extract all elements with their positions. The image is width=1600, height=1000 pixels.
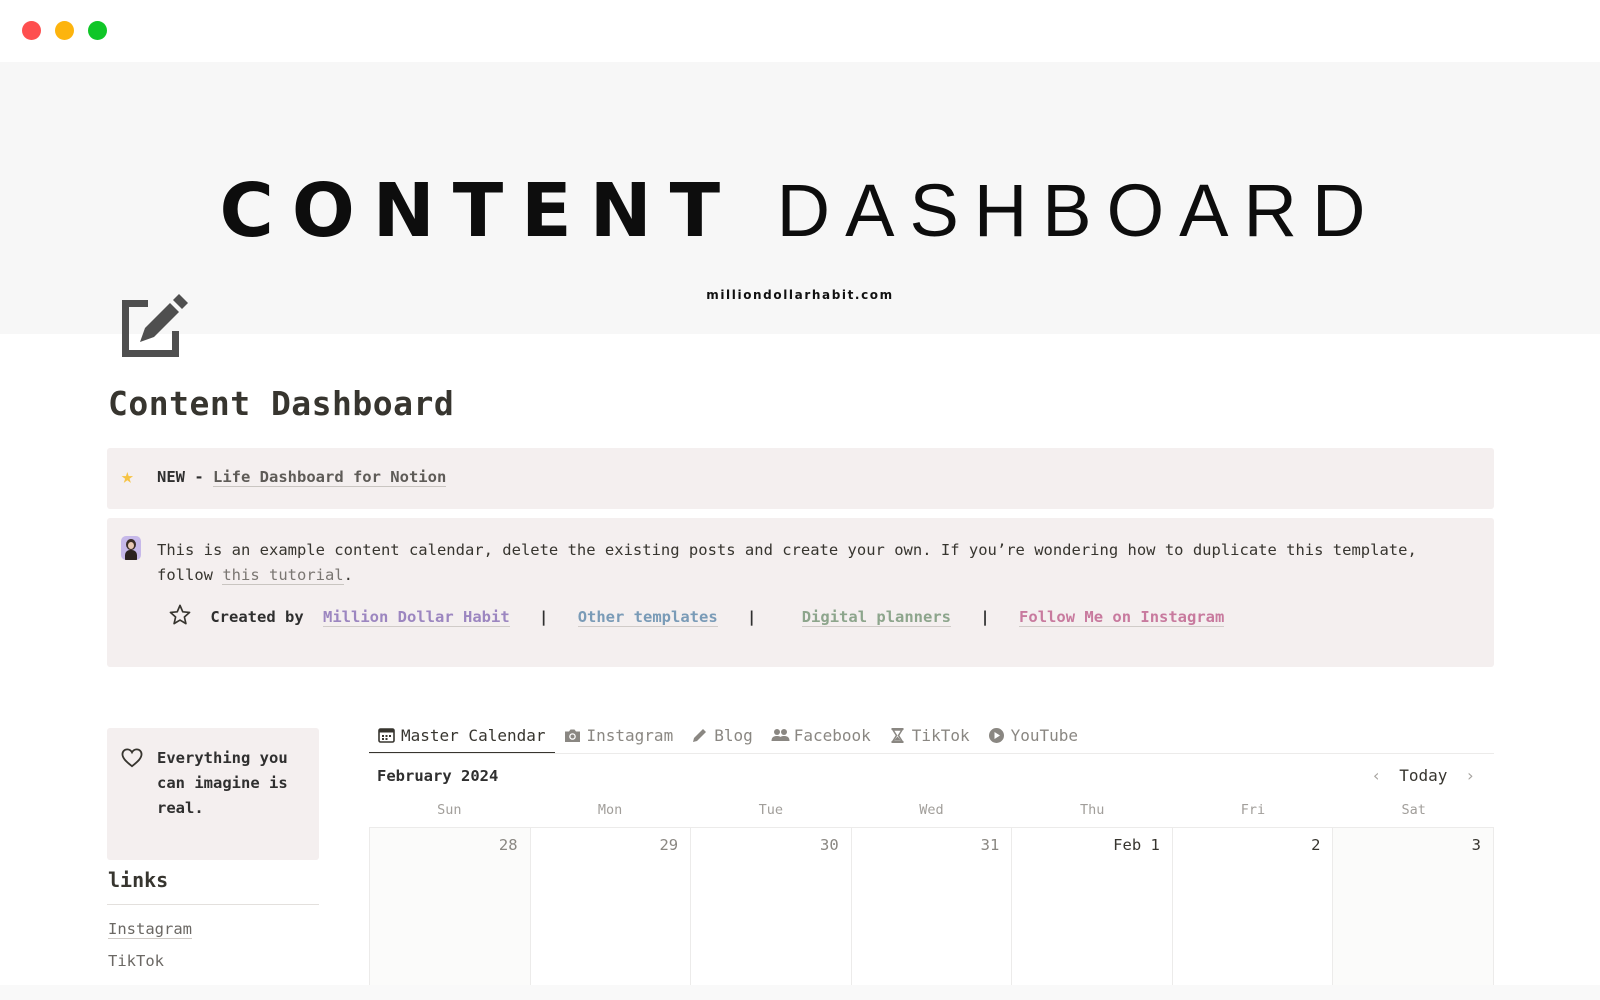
weekday-sun: Sun (437, 802, 462, 818)
tab-youtube[interactable]: YouTube (979, 718, 1087, 752)
calendar-grid: 28 29 30 31 Feb 1 2 3 (369, 827, 1494, 985)
avatar (121, 536, 141, 560)
tab-tiktok[interactable]: TikTok (880, 718, 979, 752)
hourglass-icon (889, 727, 906, 744)
follow-instagram-link[interactable]: Follow Me on Instagram (1019, 608, 1225, 627)
weekday-wed: Wed (919, 802, 944, 818)
callout-new-prefix: NEW - (157, 468, 213, 486)
camera-icon (564, 727, 581, 744)
edit-square-icon[interactable] (118, 290, 190, 362)
weekday-thu: Thu (1080, 802, 1105, 818)
weekday-fri: Fri (1240, 802, 1266, 818)
links-item-tiktok[interactable]: TikTok (108, 952, 164, 970)
window-titlebar (0, 0, 1600, 62)
calendar-day-cell[interactable]: 3 (1333, 828, 1494, 985)
info-text: This is an example content calendar, del… (157, 541, 1417, 585)
calendar-day-cell[interactable]: 28 (370, 828, 531, 985)
tabs-divider (369, 753, 1494, 754)
calendar-icon (378, 727, 395, 744)
people-icon (771, 727, 790, 744)
tab-master-calendar[interactable]: Master Calendar (369, 718, 555, 754)
cover-subtitle: milliondollarhabit.com (706, 288, 894, 302)
calendar-day-cell[interactable]: 31 (851, 828, 1013, 985)
tutorial-link[interactable]: this tutorial (222, 566, 344, 585)
weekday-tue: Tue (758, 802, 783, 818)
other-templates-link[interactable]: Other templates (577, 608, 718, 627)
maximize-window-button[interactable] (88, 21, 107, 40)
today-button[interactable]: Today (1391, 766, 1455, 785)
calendar-day-cell[interactable]: 30 (691, 828, 852, 985)
prev-month-button[interactable]: ‹ (1362, 766, 1392, 785)
quote-callout: Everything you can imagine is real. (107, 728, 319, 860)
tab-blog[interactable]: Blog (682, 718, 762, 752)
calendar-day-cell[interactable]: 2 (1172, 828, 1334, 985)
weekday-mon: Mon (597, 802, 623, 818)
page-title: Content Dashboard (108, 384, 455, 423)
calendar-month-label: February 2024 (377, 767, 499, 785)
million-dollar-habit-link[interactable]: Million Dollar Habit (323, 608, 510, 627)
next-month-button[interactable]: › (1455, 766, 1485, 785)
cover-image: CONTENT DASHBOARD milliondollarhabit.com (0, 62, 1600, 334)
tab-instagram[interactable]: Instagram (555, 718, 683, 752)
close-window-button[interactable] (22, 21, 41, 40)
play-circle-icon (988, 727, 1005, 744)
heart-icon (121, 748, 143, 768)
star-outline-icon (169, 604, 191, 629)
cover-title: CONTENT DASHBOARD (219, 168, 1381, 254)
links-heading: links (108, 868, 169, 892)
window-bottom-edge (0, 985, 1600, 1000)
created-by-label: Created by (210, 608, 304, 626)
digital-planners-link[interactable]: Digital planners (801, 608, 952, 627)
links-item-instagram[interactable]: Instagram (108, 920, 192, 939)
view-tabs: Master Calendar Instagram Blog Facebook … (369, 718, 1087, 754)
life-dashboard-link[interactable]: Life Dashboard for Notion (213, 468, 447, 487)
callout-info: This is an example content calendar, del… (107, 518, 1494, 667)
credits-line: Created by Million Dollar Habit | Other … (169, 604, 1225, 629)
star-emoji-icon: ★ (121, 464, 134, 488)
weekday-sat: Sat (1401, 802, 1426, 818)
divider (107, 904, 319, 905)
minimize-window-button[interactable] (55, 21, 74, 40)
quote-text: Everything you can imagine is real. (157, 749, 288, 817)
calendar-nav: ‹ Today › (1362, 766, 1485, 785)
calendar-day-cell[interactable]: 29 (530, 828, 692, 985)
calendar-weekday-header: Sun Mon Tue Wed Thu Fri Sat (369, 802, 1494, 826)
tab-facebook[interactable]: Facebook (762, 718, 880, 752)
callout-new-template: ★ NEW - Life Dashboard for Notion (107, 448, 1494, 509)
pencil-icon (691, 727, 708, 744)
notion-page: CONTENT DASHBOARD milliondollarhabit.com… (0, 62, 1600, 985)
calendar-day-cell[interactable]: Feb 1 (1012, 828, 1173, 985)
